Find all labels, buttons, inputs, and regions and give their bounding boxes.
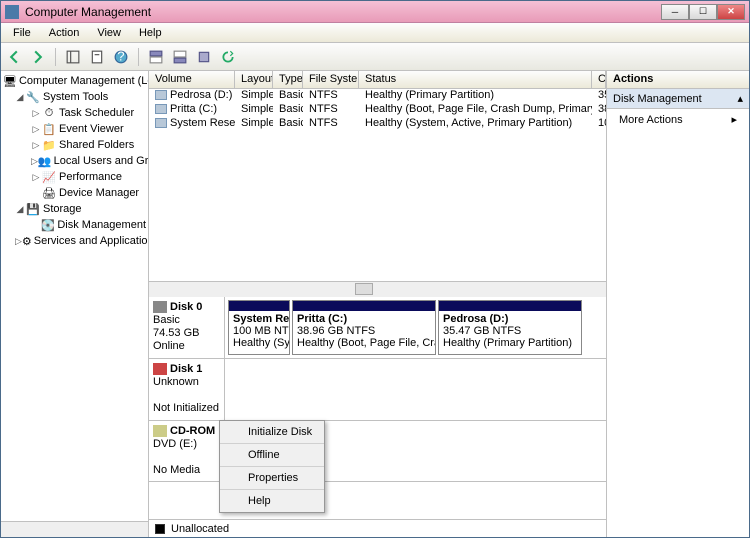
tree-shared-folders[interactable]: ▷📁Shared Folders — [3, 137, 146, 153]
tree-services[interactable]: ▷⚙Services and Applications — [3, 233, 146, 249]
window-title: Computer Management — [25, 5, 661, 19]
ctx-help[interactable]: Help — [220, 489, 324, 512]
view-bottom-icon[interactable] — [171, 48, 189, 66]
volume-scrollbar[interactable] — [149, 281, 606, 297]
volume-header: Volume Layout Type File System Status C — [149, 71, 606, 89]
tree-performance[interactable]: ▷📈Performance — [3, 169, 146, 185]
disk-layout: Disk 0 Basic 74.53 GB Online System Rese… — [149, 297, 606, 519]
cd-icon — [153, 425, 167, 437]
disk0-info: Disk 0 Basic 74.53 GB Online — [149, 297, 225, 358]
toolbar: ? — [1, 43, 749, 71]
partition-d[interactable]: Pedrosa (D:)35.47 GB NTFSHealthy (Primar… — [438, 300, 582, 355]
disk-icon — [153, 301, 167, 313]
col-volume[interactable]: Volume — [149, 71, 235, 88]
disk0-row[interactable]: Disk 0 Basic 74.53 GB Online System Rese… — [149, 297, 606, 359]
refresh-icon[interactable] — [219, 48, 237, 66]
volume-icon — [155, 104, 167, 114]
menu-view[interactable]: View — [89, 25, 129, 41]
forward-button[interactable] — [29, 48, 47, 66]
tree-task-scheduler[interactable]: ▷⏱Task Scheduler — [3, 105, 146, 121]
disk-icon — [153, 363, 167, 375]
minimize-button[interactable]: ─ — [661, 4, 689, 20]
tree-root[interactable]: 🖥Computer Management (Local — [3, 73, 146, 89]
tree-pane: 🖥Computer Management (Local ◢🔧System Too… — [1, 71, 149, 537]
col-capacity[interactable]: C — [592, 71, 606, 88]
center-pane: Volume Layout Type File System Status C … — [149, 71, 607, 537]
volume-icon — [155, 118, 167, 128]
volume-row[interactable]: Pritta (C:) Simple Basic NTFS Healthy (B… — [149, 103, 606, 117]
volume-icon — [155, 90, 167, 100]
disk1-row[interactable]: Disk 1 Unknown Not Initialized — [149, 359, 606, 421]
properties-icon[interactable] — [88, 48, 106, 66]
volume-list: Pedrosa (D:) Simple Basic NTFS Healthy (… — [149, 89, 606, 281]
tree-local-users[interactable]: ▷👥Local Users and Groups — [3, 153, 146, 169]
maximize-button[interactable]: ☐ — [689, 4, 717, 20]
help-icon[interactable]: ? — [112, 48, 130, 66]
actions-header: Actions — [607, 71, 749, 89]
col-status[interactable]: Status — [359, 71, 592, 88]
col-type[interactable]: Type — [273, 71, 303, 88]
actions-disk-management[interactable]: Disk Management▴ — [607, 89, 749, 109]
ctx-properties[interactable]: Properties — [220, 466, 324, 489]
col-layout[interactable]: Layout — [235, 71, 273, 88]
ctx-initialize-disk[interactable]: Initialize Disk — [220, 421, 324, 443]
tree-scrollbar[interactable] — [1, 521, 148, 537]
menu-help[interactable]: Help — [131, 25, 170, 41]
col-fs[interactable]: File System — [303, 71, 359, 88]
disk1-info: Disk 1 Unknown Not Initialized — [149, 359, 225, 420]
volume-row[interactable]: System Reserved Simple Basic NTFS Health… — [149, 117, 606, 131]
context-menu: Initialize Disk Offline Properties Help — [219, 420, 325, 513]
back-button[interactable] — [5, 48, 23, 66]
partition-system-reserved[interactable]: System Rese100 MB NTFSHealthy (Syst — [228, 300, 290, 355]
tree-storage[interactable]: ◢💾Storage — [3, 201, 146, 217]
svg-text:?: ? — [117, 50, 124, 64]
tree-event-viewer[interactable]: ▷📋Event Viewer — [3, 121, 146, 137]
legend-unallocated-label: Unallocated — [171, 523, 229, 535]
show-hide-tree-icon[interactable] — [64, 48, 82, 66]
legend-unallocated-swatch — [155, 524, 165, 534]
app-icon — [5, 5, 19, 19]
tree-system-tools[interactable]: ◢🔧System Tools — [3, 89, 146, 105]
menu-file[interactable]: File — [5, 25, 39, 41]
expand-icon: ▸ — [731, 113, 737, 126]
legend: Unallocated — [149, 519, 606, 537]
tree-disk-management[interactable]: 💽Disk Management — [3, 217, 146, 233]
titlebar[interactable]: Computer Management ─ ☐ ✕ — [1, 1, 749, 23]
close-button[interactable]: ✕ — [717, 4, 745, 20]
cdrom-row[interactable]: CD-ROM DVD (E:) No Media — [149, 421, 606, 482]
menu-action[interactable]: Action — [41, 25, 88, 41]
collapse-icon: ▴ — [737, 92, 743, 105]
settings-icon[interactable] — [195, 48, 213, 66]
view-top-icon[interactable] — [147, 48, 165, 66]
tree-device-manager[interactable]: 🖨Device Manager — [3, 185, 146, 201]
cdrom-info: CD-ROM DVD (E:) No Media — [149, 421, 225, 481]
volume-row[interactable]: Pedrosa (D:) Simple Basic NTFS Healthy (… — [149, 89, 606, 103]
menubar: File Action View Help — [1, 23, 749, 43]
partition-c[interactable]: Pritta (C:)38.96 GB NTFSHealthy (Boot, P… — [292, 300, 436, 355]
actions-more[interactable]: More Actions▸ — [607, 109, 749, 130]
ctx-offline[interactable]: Offline — [220, 443, 324, 466]
actions-pane: Actions Disk Management▴ More Actions▸ — [607, 71, 749, 537]
